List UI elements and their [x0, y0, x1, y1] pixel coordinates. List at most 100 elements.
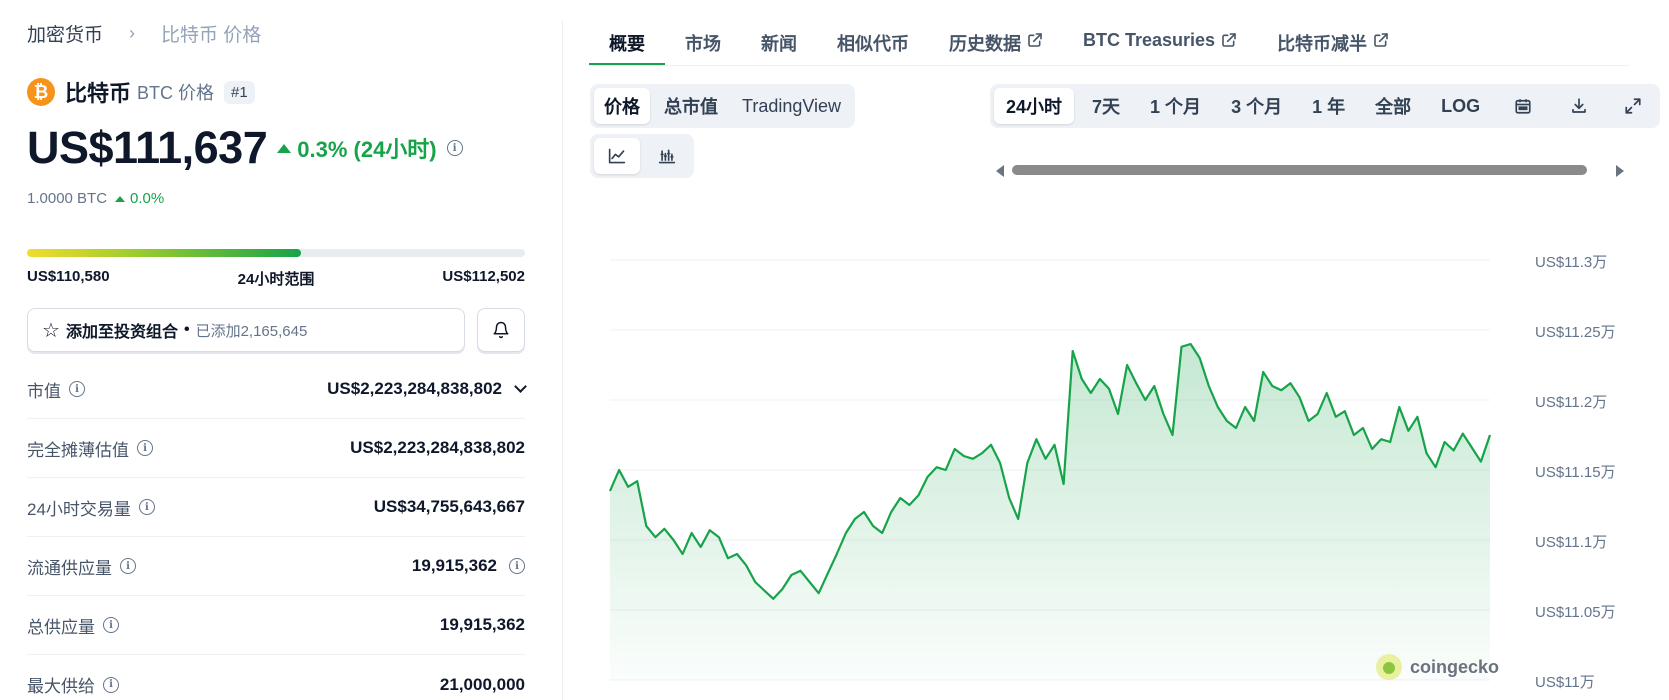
tab-similar-coins[interactable]: 相似代币	[817, 22, 929, 66]
chevron-right-icon: ›	[129, 23, 136, 43]
portfolio-separator: •	[183, 321, 190, 338]
info-icon[interactable]: i	[120, 558, 136, 574]
portfolio-label: 添加至投资组合	[65, 324, 178, 341]
info-icon[interactable]: i	[69, 381, 85, 397]
info-icon[interactable]: i	[446, 140, 463, 156]
line-chart-button[interactable]	[594, 138, 640, 174]
tab-news[interactable]: 新闻	[741, 22, 817, 66]
stat-label: 完全摊薄估值	[27, 440, 129, 460]
chart-type-tradingview[interactable]: TradingView	[732, 88, 851, 124]
stat-value: 19,915,362	[411, 556, 497, 575]
price-alert-button[interactable]	[477, 308, 525, 352]
chart-type-selector: 价格 总市值 TradingView	[590, 84, 856, 128]
btc-change-text: 0.0%	[130, 190, 165, 207]
breadcrumb: 加密货币 › 比特币 价格	[27, 20, 261, 47]
range-log[interactable]: LOG	[1429, 88, 1492, 124]
stat-row-circulating-supply: 流通供应量 i 19,915,362 i	[27, 537, 525, 596]
stat-value: 19,915,362	[439, 615, 525, 634]
coin-header: ₿ 比特币 BTC 价格 #1	[27, 76, 255, 108]
range-1y[interactable]: 1 年	[1300, 88, 1357, 124]
range-low: US$110,580	[27, 268, 110, 285]
stat-label: 总供应量	[27, 617, 95, 637]
stat-label: 市值	[27, 381, 61, 401]
current-price: US$111,637	[27, 122, 268, 173]
coingecko-watermark: coingecko	[1376, 654, 1499, 680]
range-labels: US$110,580 24小时范围 US$112,502	[27, 268, 525, 289]
external-link-icon	[1374, 33, 1388, 47]
coin-name: 比特币	[65, 81, 132, 106]
fullscreen-button[interactable]	[1610, 88, 1656, 124]
tab-label: 历史数据	[949, 34, 1021, 54]
info-icon[interactable]: i	[138, 499, 155, 515]
download-button[interactable]	[1554, 88, 1604, 124]
line-chart-icon	[608, 148, 626, 164]
range-24h[interactable]: 24小时	[994, 88, 1075, 124]
info-icon[interactable]: i	[103, 676, 119, 693]
scroll-right-arrow-icon[interactable]	[1616, 165, 1624, 177]
tab-label: 市场	[685, 34, 721, 54]
breadcrumb-current: 比特币 价格	[161, 25, 262, 46]
coin-tabs: 概要 市场 新闻 相似代币 历史数据 BTC Treasuries 比特币减半	[589, 22, 1409, 66]
range-3m[interactable]: 3 个月	[1219, 88, 1294, 124]
stat-label: 流通供应量	[27, 558, 112, 578]
price-change-text: 0.3% (24小时)	[297, 137, 437, 162]
tabs-underline	[589, 65, 1629, 66]
scroll-left-arrow-icon[interactable]	[996, 165, 1004, 177]
stat-row-total-supply: 总供应量 i 19,915,362	[27, 596, 525, 655]
y-tick-label: US$11.1万	[1535, 534, 1608, 551]
btc-price-row: 1.0000 BTC 0.0%	[27, 190, 164, 207]
bitcoin-logo-icon: ₿	[27, 78, 55, 106]
range-1m[interactable]: 1 个月	[1138, 88, 1213, 124]
tab-historical-data[interactable]: 历史数据	[929, 22, 1063, 66]
tab-markets[interactable]: 市场	[665, 22, 741, 66]
stat-row-fdv: 完全摊薄估值 i US$2,223,284,838,802	[27, 419, 525, 478]
price-area-fill	[610, 344, 1490, 680]
chart-range-scrollbar[interactable]	[996, 163, 1624, 177]
breadcrumb-root-link[interactable]: 加密货币	[27, 20, 103, 47]
stat-label: 最大供给	[27, 677, 95, 696]
info-icon[interactable]: i	[103, 617, 119, 633]
range-bar-24h	[27, 249, 525, 257]
stat-value: US$2,223,284,838,802	[327, 379, 502, 398]
expand-icon	[1625, 98, 1641, 114]
calendar-icon	[1515, 99, 1531, 114]
coin-symbol-label: BTC 价格	[137, 83, 215, 103]
stat-value: US$34,755,643,667	[373, 497, 525, 516]
chart-style-selector	[590, 134, 694, 178]
info-icon[interactable]: i	[137, 440, 153, 456]
chevron-down-icon[interactable]	[514, 380, 527, 393]
stat-row-volume: 24小时交易量 i US$34,755,643,667	[27, 478, 525, 537]
range-high: US$112,502	[442, 268, 525, 285]
tab-btc-treasuries[interactable]: BTC Treasuries	[1063, 22, 1257, 66]
tab-label: 相似代币	[837, 34, 909, 54]
tab-label: 新闻	[761, 34, 797, 54]
caret-up-icon	[115, 195, 126, 202]
candlestick-chart-button[interactable]	[644, 138, 690, 174]
info-icon[interactable]: i	[509, 558, 525, 574]
price-row: US$111,637 0.3% (24小时) i	[27, 122, 463, 174]
add-to-portfolio-button[interactable]: ☆ 添加至投资组合 • 已添加2,165,645	[27, 308, 465, 352]
price-chart[interactable]	[600, 230, 1520, 700]
range-bar-fill	[27, 249, 301, 257]
stat-value: US$2,223,284,838,802	[350, 438, 525, 457]
price-change-24h: 0.3% (24小时)	[277, 132, 437, 164]
panel-divider	[562, 20, 563, 700]
range-label: 24小时范围	[237, 271, 315, 288]
coin-stats-list: 市值 i US$2,223,284,838,802 完全摊薄估值 i US$2,22…	[27, 360, 527, 700]
tab-bitcoin-halving[interactable]: 比特币减半	[1257, 22, 1409, 66]
watermark-text: coingecko	[1410, 656, 1500, 677]
btc-change: 0.0%	[115, 190, 164, 207]
scroll-thumb[interactable]	[1012, 165, 1587, 175]
stat-value: 21,000,000	[439, 674, 525, 694]
tab-label: 比特币减半	[1277, 34, 1368, 54]
tab-label: 概要	[609, 34, 645, 54]
y-tick-label: US$11.05万	[1535, 604, 1616, 621]
range-7d[interactable]: 7天	[1080, 88, 1132, 124]
chart-type-market-cap[interactable]: 总市值	[654, 88, 728, 124]
tradingview-label: TradingView	[742, 95, 842, 116]
chart-type-price[interactable]: 价格	[594, 88, 650, 124]
candlestick-icon	[658, 149, 676, 164]
tab-overview[interactable]: 概要	[589, 22, 665, 66]
calendar-button[interactable]	[1498, 88, 1548, 124]
range-all[interactable]: 全部	[1363, 88, 1423, 124]
